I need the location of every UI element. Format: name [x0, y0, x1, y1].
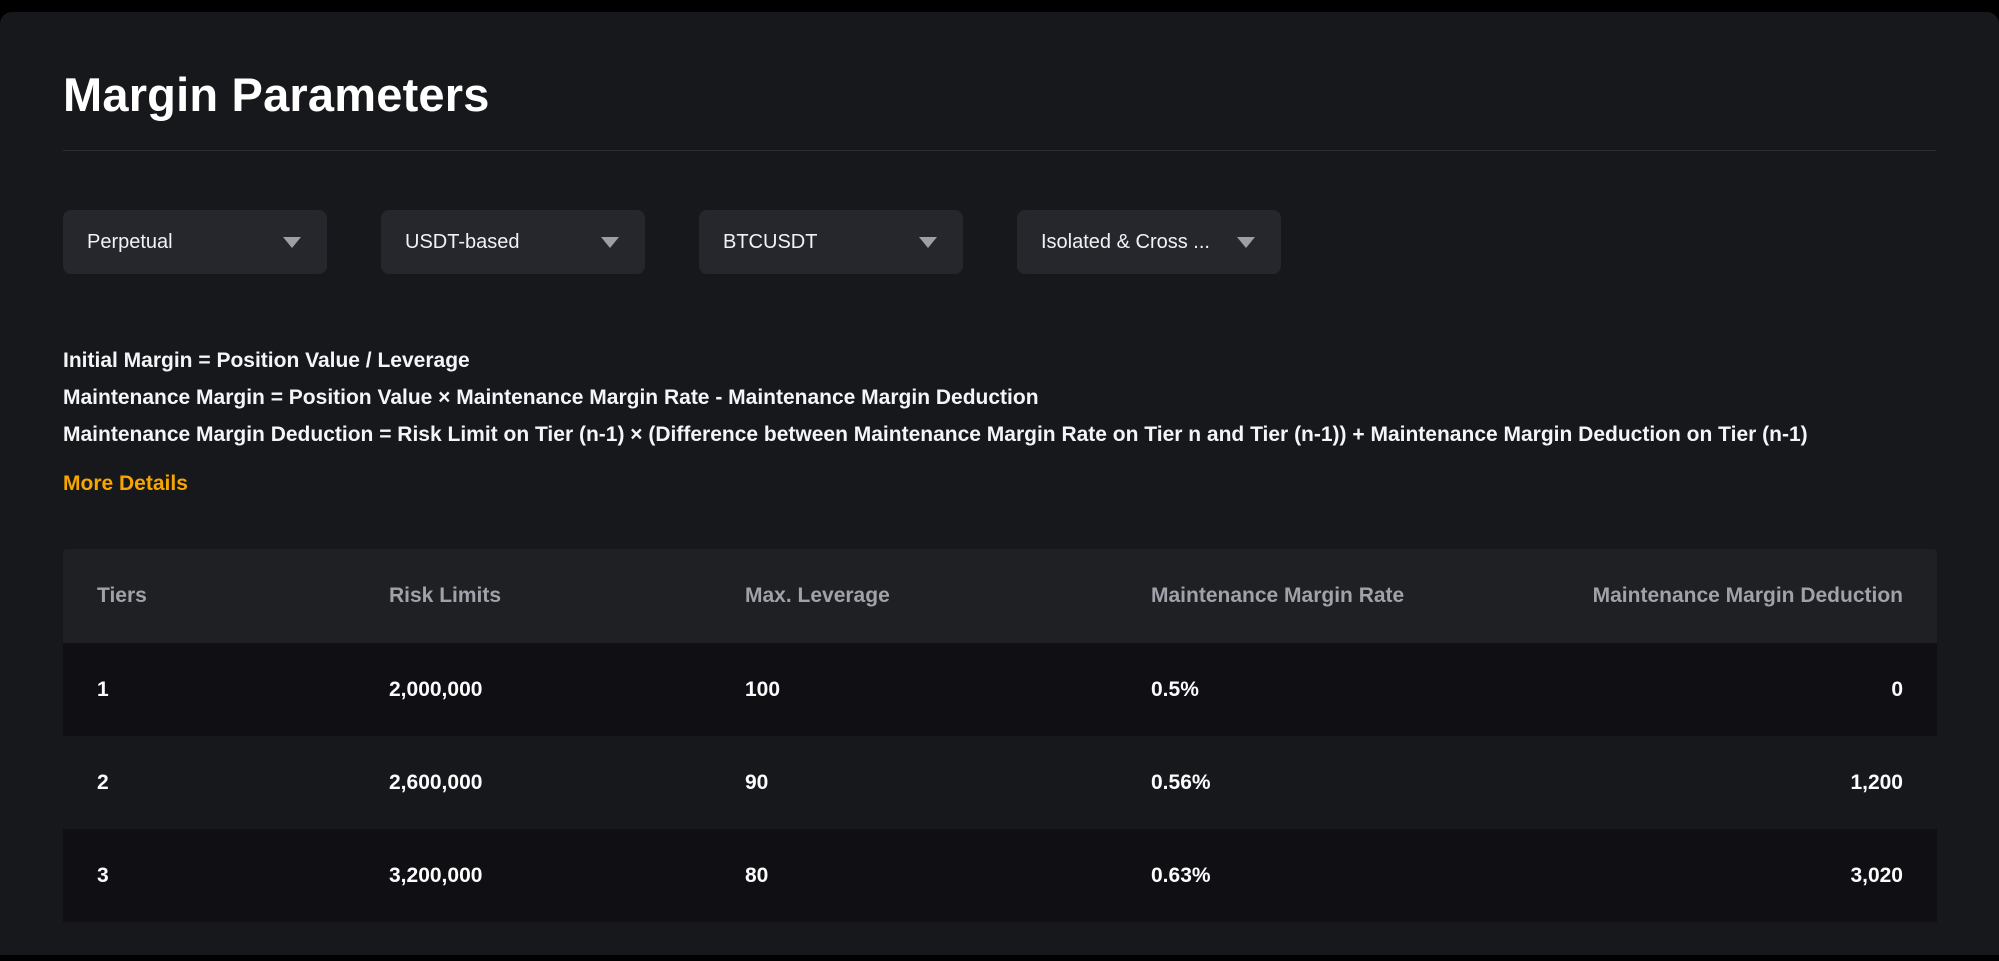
table-row: 1 2,000,000 100 0.5% 0 [63, 643, 1937, 736]
column-header-maintenance-margin-deduction: Maintenance Margin Deduction [1581, 584, 1903, 608]
table-row: 2 2,600,000 90 0.56% 1,200 [63, 736, 1937, 829]
settlement-asset-select[interactable]: USDT-based [381, 210, 645, 274]
cell-maintenance-margin-rate: 0.5% [1151, 678, 1581, 702]
caret-down-icon [1237, 237, 1255, 248]
margin-parameters-panel: Margin Parameters Perpetual USDT-based B… [0, 12, 1999, 955]
cell-max-leverage: 90 [745, 771, 1151, 795]
margin-tiers-table: Tiers Risk Limits Max. Leverage Maintena… [63, 549, 1937, 922]
cell-tier: 3 [97, 864, 389, 888]
formula-block: Initial Margin = Position Value / Levera… [63, 342, 1853, 502]
cell-maintenance-margin-deduction: 1,200 [1581, 771, 1903, 795]
column-header-max-leverage: Max. Leverage [745, 584, 1151, 608]
cell-max-leverage: 80 [745, 864, 1151, 888]
table-row: 3 3,200,000 80 0.63% 3,020 [63, 829, 1937, 922]
title-divider [63, 150, 1936, 151]
cell-maintenance-margin-deduction: 0 [1581, 678, 1903, 702]
contract-type-value: Perpetual [87, 231, 173, 254]
cell-maintenance-margin-rate: 0.63% [1151, 864, 1581, 888]
cell-maintenance-margin-rate: 0.56% [1151, 771, 1581, 795]
settlement-asset-value: USDT-based [405, 231, 520, 254]
filter-bar: Perpetual USDT-based BTCUSDT Isolated & … [63, 210, 1936, 274]
formula-maintenance-margin: Maintenance Margin = Position Value × Ma… [63, 379, 1853, 416]
cell-risk-limit: 2,000,000 [389, 678, 745, 702]
symbol-select[interactable]: BTCUSDT [699, 210, 963, 274]
table-header-row: Tiers Risk Limits Max. Leverage Maintena… [63, 549, 1937, 643]
cell-max-leverage: 100 [745, 678, 1151, 702]
column-header-tiers: Tiers [97, 584, 389, 608]
caret-down-icon [601, 237, 619, 248]
cell-risk-limit: 3,200,000 [389, 864, 745, 888]
column-header-risk-limits: Risk Limits [389, 584, 745, 608]
formula-initial-margin: Initial Margin = Position Value / Levera… [63, 342, 1853, 379]
margin-mode-select[interactable]: Isolated & Cross ... [1017, 210, 1281, 274]
formula-maintenance-margin-deduction: Maintenance Margin Deduction = Risk Limi… [63, 416, 1853, 453]
column-header-maintenance-margin-rate: Maintenance Margin Rate [1151, 584, 1581, 608]
page-title: Margin Parameters [63, 12, 1936, 124]
cell-tier: 1 [97, 678, 389, 702]
symbol-value: BTCUSDT [723, 231, 817, 254]
cell-tier: 2 [97, 771, 389, 795]
margin-mode-value: Isolated & Cross ... [1041, 231, 1210, 254]
cell-maintenance-margin-deduction: 3,020 [1581, 864, 1903, 888]
more-details-link[interactable]: More Details [63, 465, 188, 502]
caret-down-icon [919, 237, 937, 248]
contract-type-select[interactable]: Perpetual [63, 210, 327, 274]
cell-risk-limit: 2,600,000 [389, 771, 745, 795]
caret-down-icon [283, 237, 301, 248]
